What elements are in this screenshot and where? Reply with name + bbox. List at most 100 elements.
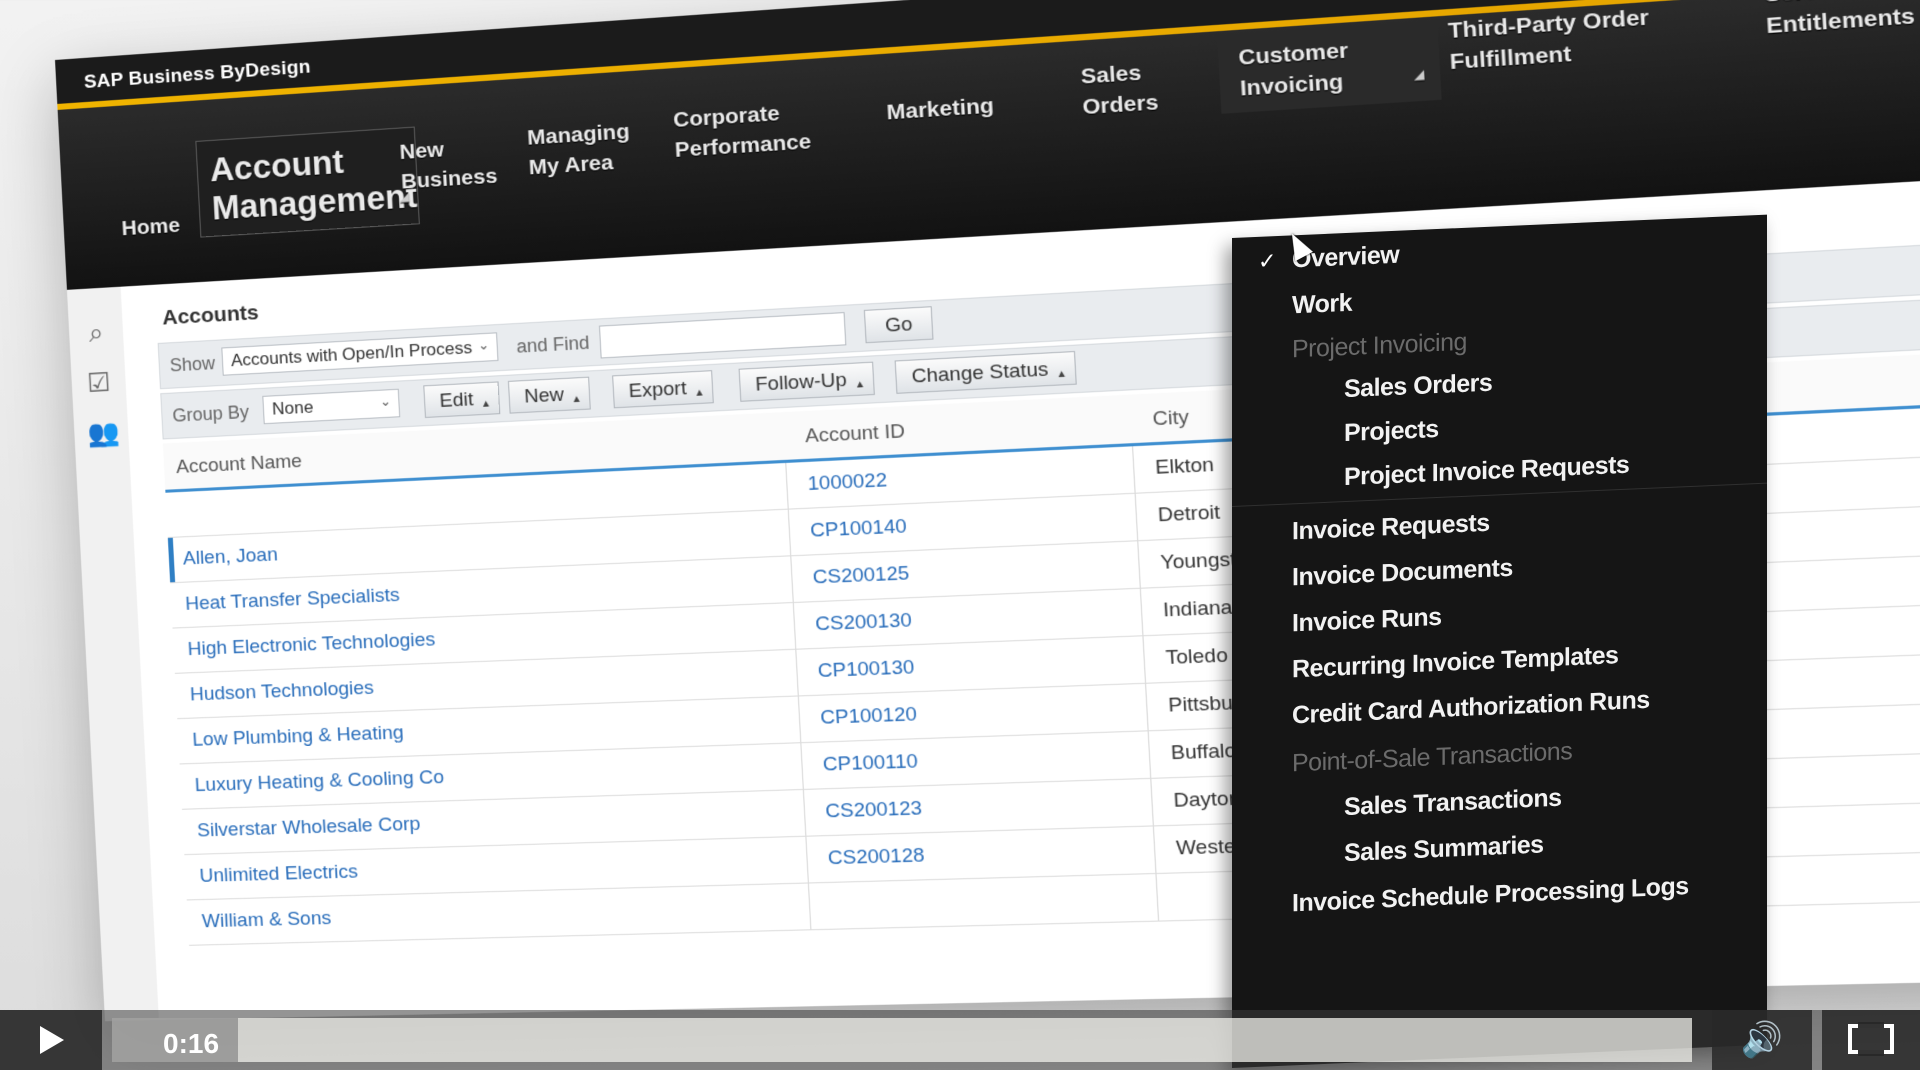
menu-item-invoice-documents[interactable]: Invoice Documents <box>1292 554 1513 593</box>
nav-service-entitlements[interactable]: Service Entitlements <box>1764 0 1920 42</box>
column-header-city[interactable]: City <box>1152 407 1189 432</box>
account-id-link[interactable]: CP100140 <box>810 516 908 543</box>
menu-item-sales-orders[interactable]: Sales Orders <box>1344 369 1492 404</box>
search-icon[interactable]: ⌕ <box>81 317 110 348</box>
chevron-down-icon: ▲ <box>571 393 583 406</box>
volume-button[interactable]: 🔊 <box>1712 1010 1812 1070</box>
account-city: Buffalo <box>1170 740 1237 765</box>
nav-new-business[interactable]: New Business <box>399 132 498 197</box>
menu-item-projects[interactable]: Projects <box>1344 415 1439 448</box>
menu-item-invoice-requests[interactable]: Invoice Requests <box>1292 509 1490 547</box>
nav-corporate-performance[interactable]: Corporate Performance <box>672 93 856 165</box>
chevron-down-icon: ▲ <box>693 387 706 400</box>
edit-button-label: Edit <box>439 388 474 413</box>
column-divider <box>1137 541 1141 588</box>
group-by-select[interactable]: None ⌄ <box>262 388 401 425</box>
nav-account-management[interactable]: Account Management ◢ <box>195 126 420 238</box>
account-id-link[interactable]: CS200128 <box>827 845 925 871</box>
account-id-link[interactable]: CS200125 <box>812 563 910 590</box>
play-icon <box>40 1026 64 1054</box>
column-divider <box>1145 683 1149 731</box>
column-divider <box>805 836 809 883</box>
nav-customer-invoicing-label: Customer Invoicing <box>1237 38 1349 101</box>
fullscreen-icon <box>1848 1022 1894 1056</box>
find-input[interactable] <box>598 312 847 359</box>
nav-customer-invoicing[interactable]: Customer Invoicing ◢ <box>1217 20 1442 114</box>
checklist-icon[interactable]: ☑ <box>84 367 113 398</box>
column-header-account-name[interactable]: Account Name <box>176 451 303 479</box>
play-button[interactable] <box>0 1010 102 1070</box>
follow-up-button[interactable]: Follow-Up ▲ <box>738 361 875 402</box>
column-divider <box>802 789 807 836</box>
chevron-down-icon: ⌄ <box>477 336 490 353</box>
account-city: Toledo <box>1165 644 1229 670</box>
menu-group-point-of-sale: Point-of-Sale Transactions <box>1292 737 1573 778</box>
nav-home[interactable]: Home <box>121 211 181 244</box>
checkmark-icon: ✓ <box>1258 248 1277 274</box>
column-header-account-id[interactable]: Account ID <box>805 421 906 449</box>
show-select[interactable]: Accounts with Open/In Process ⌄ <box>221 332 499 376</box>
group-by-label: Group By <box>171 401 250 426</box>
menu-group-project-invoicing: Project Invoicing <box>1292 327 1467 364</box>
menu-item-project-invoice-requests[interactable]: Project Invoice Requests <box>1344 451 1629 492</box>
column-divider <box>807 883 812 930</box>
and-find-label: and Find <box>515 332 590 357</box>
account-city: Elkton <box>1154 454 1215 480</box>
menu-item-recurring-invoice-templates[interactable]: Recurring Invoice Templates <box>1292 641 1618 684</box>
account-id-link[interactable]: CP100130 <box>817 657 915 684</box>
customer-invoicing-menu: ✓ Overview Work Project Invoicing Sales … <box>1232 214 1767 1069</box>
account-name-link[interactable]: Silverstar Wholesale Corp <box>197 813 421 842</box>
column-divider <box>1150 778 1154 826</box>
column-divider <box>1134 493 1139 541</box>
menu-item-sales-summaries[interactable]: Sales Summaries <box>1344 830 1544 868</box>
account-city: Detroit <box>1157 501 1221 527</box>
menu-item-invoice-schedule-processing-logs[interactable]: Invoice Schedule Processing Logs <box>1292 872 1689 918</box>
nav-sales-orders[interactable]: Sales Orders <box>1080 55 1183 123</box>
show-label: Show <box>169 352 216 376</box>
account-name-link[interactable]: Unlimited Electrics <box>199 861 358 888</box>
column-divider <box>1152 826 1157 873</box>
account-name-link[interactable]: Heat Transfer Specialists <box>185 585 400 616</box>
nav-account-management-label: Account Management <box>208 142 419 227</box>
column-divider <box>787 509 792 556</box>
export-button[interactable]: Export ▲ <box>612 370 714 409</box>
people-icon[interactable]: 👥 <box>87 417 121 449</box>
column-divider <box>785 462 789 509</box>
column-divider <box>1142 636 1147 683</box>
column-divider <box>790 556 794 603</box>
account-id-link[interactable]: CP100120 <box>820 704 918 730</box>
menu-item-invoice-runs[interactable]: Invoice Runs <box>1292 603 1442 639</box>
account-city: Dayton <box>1172 787 1242 813</box>
nav-managing-my-area[interactable]: Managing My Area <box>526 116 644 183</box>
go-button[interactable]: Go <box>863 306 934 344</box>
fullscreen-button[interactable] <box>1822 1010 1920 1070</box>
new-button-label: New <box>523 384 565 408</box>
account-name-link[interactable]: Luxury Heating & Cooling Co <box>194 767 444 798</box>
follow-up-button-label: Follow-Up <box>754 369 848 396</box>
menu-item-credit-card-authorization-runs[interactable]: Credit Card Authorization Runs <box>1292 686 1650 731</box>
video-progress-track[interactable] <box>112 1018 1692 1062</box>
column-divider <box>797 696 802 743</box>
menu-item-work[interactable]: Work <box>1292 289 1352 321</box>
account-id-link[interactable]: CS200130 <box>815 610 913 637</box>
account-id-link[interactable]: 1000022 <box>807 470 888 497</box>
account-name-link[interactable]: William & Sons <box>201 908 331 934</box>
group-by-select-value: None <box>271 397 314 419</box>
account-name-link[interactable]: Hudson Technologies <box>190 677 375 706</box>
nav-marketing[interactable]: Marketing <box>886 91 995 128</box>
column-divider <box>1131 446 1136 493</box>
menu-item-sales-transactions[interactable]: Sales Transactions <box>1344 784 1562 822</box>
video-time: 0:16 <box>163 1028 220 1059</box>
account-name-link[interactable]: Allen, Joan <box>182 544 278 570</box>
column-divider <box>792 603 797 649</box>
account-name-link[interactable]: High Electronic Technologies <box>187 629 436 661</box>
account-id-link[interactable]: CS200123 <box>825 798 923 824</box>
chevron-down-icon: ⌄ <box>379 393 392 410</box>
new-button[interactable]: New ▲ <box>507 376 591 414</box>
column-divider <box>1147 731 1152 778</box>
chevron-down-icon: ◢ <box>1413 66 1425 83</box>
account-id-link[interactable]: CP100110 <box>822 751 918 777</box>
change-status-button[interactable]: Change Status ▲ <box>894 350 1077 394</box>
account-name-link[interactable]: Low Plumbing & Heating <box>192 722 404 752</box>
edit-button[interactable]: Edit ▲ <box>423 381 501 418</box>
